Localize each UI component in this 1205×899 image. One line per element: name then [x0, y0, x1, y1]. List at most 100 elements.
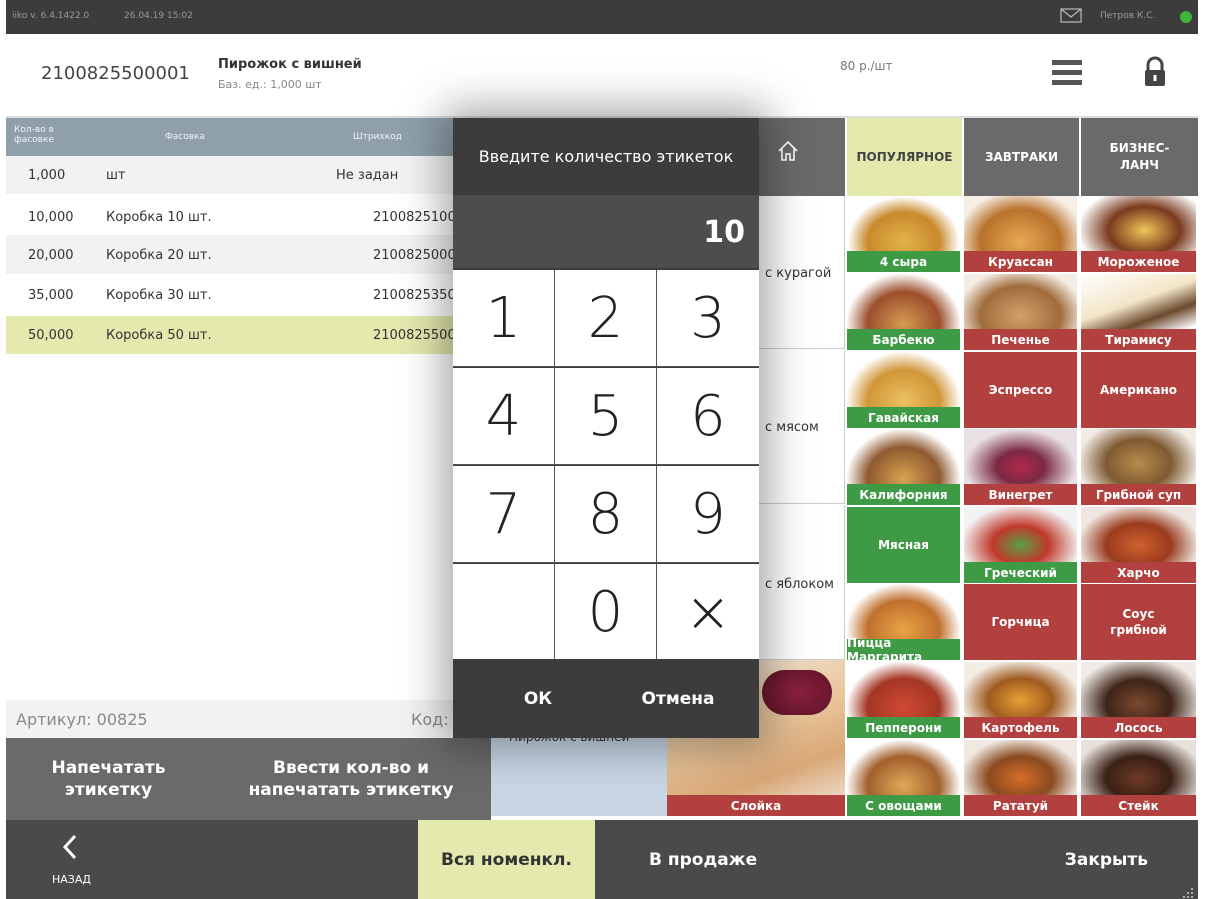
numpad-key-2[interactable]: 2	[555, 270, 657, 367]
item-myaso[interactable]: с мясом	[759, 350, 845, 504]
item-yabloko[interactable]: с яблоком	[759, 505, 845, 660]
menu-item-tile[interactable]: Грибной суп	[1081, 429, 1196, 505]
close-button[interactable]: Закрыть	[1026, 820, 1198, 899]
cell-barcode: Не задан	[336, 168, 399, 183]
numpad-key-0[interactable]: 0	[555, 564, 657, 661]
numpad-key-3[interactable]: 3	[657, 270, 759, 367]
numpad-key-5[interactable]: 5	[555, 368, 657, 465]
app-window: iiko v. 6.4.1422.0 26.04.19 15:02 Петров…	[6, 0, 1198, 899]
menu-item-tile[interactable]: Мясная	[847, 507, 960, 583]
item-label: с мясом	[765, 420, 819, 435]
col-header-barcode: Штрихкод	[353, 132, 402, 142]
col-header-qty: Кол-во в фасовке	[14, 125, 54, 145]
numpad-key-8[interactable]: 8	[555, 466, 657, 563]
menu-item-label: Стейк	[1081, 795, 1196, 816]
menu-item-tile[interactable]: Винегрет	[964, 429, 1077, 505]
table-row[interactable]: 35,000 Коробка 30 шт. 2100825350	[6, 276, 458, 314]
chevron-left-icon	[62, 834, 78, 864]
menu-item-tile[interactable]: Стейк	[1081, 740, 1196, 816]
menu-item-tile[interactable]: Круассан	[964, 196, 1077, 272]
menu-item-tile[interactable]: Пицца Маргарита	[847, 584, 960, 660]
menu-item-tile[interactable]: С овощами	[847, 740, 960, 816]
menu-item-tile[interactable]: Калифорния	[847, 429, 960, 505]
item-pirozhok-vishnya[interactable]: Пирожок с вишней	[491, 730, 667, 816]
menu-item-tile[interactable]: Мороженое	[1081, 196, 1196, 272]
cell-barcode: 2100825100	[373, 210, 456, 225]
product-base-unit: Баз. ед.: 1,000 шт	[218, 78, 322, 91]
home-icon	[777, 140, 799, 166]
enter-qty-print-button[interactable]: Ввести кол-во и напечатать этикетку	[211, 738, 491, 820]
numpad: 1 2 3 4 5 6 7 8 9 0 ×	[453, 268, 759, 661]
back-label: НАЗАД	[52, 873, 91, 886]
online-status-dot	[1180, 11, 1192, 23]
ok-button[interactable]: ОК	[493, 659, 583, 738]
menu-item-tile[interactable]: Лосось	[1081, 662, 1196, 738]
numpad-clear-key[interactable]: ×	[657, 564, 759, 661]
item-label: с яблоком	[765, 577, 834, 592]
menu-item-label: 4 сыра	[847, 251, 960, 272]
table-row-selected[interactable]: 50,000 Коробка 50 шт. 2100825500	[6, 316, 458, 354]
table-row[interactable]: 10,000 Коробка 10 шт. 2100825100	[6, 198, 458, 236]
cell-qty: 20,000	[28, 248, 74, 263]
category-popular[interactable]: ПОПУЛЯРНОЕ	[847, 118, 962, 196]
menu-item-tile[interactable]: Печенье	[964, 274, 1077, 350]
menu-item-label: Грибной суп	[1081, 484, 1196, 505]
menu-item-tile[interactable]: Соус грибной	[1081, 584, 1196, 660]
mail-icon[interactable]	[1060, 8, 1082, 26]
resize-grip-icon[interactable]	[1182, 884, 1194, 899]
cell-qty: 1,000	[28, 168, 66, 183]
numpad-key-6[interactable]: 6	[657, 368, 759, 465]
dialog-footer: ОК Отмена	[453, 659, 759, 738]
table-row[interactable]: 20,000 Коробка 20 шт. 2100825000	[6, 236, 458, 274]
table-row[interactable]: 1,000 шт Не задан	[6, 156, 458, 194]
menu-icon[interactable]	[1052, 58, 1082, 92]
cell-packing: шт	[106, 168, 126, 183]
article-number: Артикул: 00825	[16, 710, 148, 729]
user-name: Петров К.С.	[1100, 11, 1156, 21]
menu-item-tile[interactable]: Греческий	[964, 507, 1077, 583]
category-breakfast[interactable]: ЗАВТРАКИ	[964, 118, 1079, 196]
numpad-key-9[interactable]: 9	[657, 466, 759, 563]
menu-item-label: Винегрет	[964, 484, 1077, 505]
menu-item-tile[interactable]: 4 сыра	[847, 196, 960, 272]
print-label-button[interactable]: Напечатать этикетку	[6, 738, 211, 820]
numpad-key-4[interactable]: 4	[453, 368, 555, 465]
dialog-value-field[interactable]: 10	[453, 195, 759, 268]
menu-item-tile[interactable]: Горчица	[964, 584, 1077, 660]
menu-item-label: Греческий	[964, 562, 1077, 583]
menu-item-tile[interactable]: Рататуй	[964, 740, 1077, 816]
menu-item-label: Эспрессо	[988, 383, 1053, 397]
dialog-title: Введите количество этикеток	[453, 118, 759, 195]
item-kuraga[interactable]: с курагой	[759, 196, 845, 349]
numpad-key-7[interactable]: 7	[453, 466, 555, 563]
menu-item-label: Калифорния	[847, 484, 960, 505]
menu-item-tile[interactable]: Гавайская	[847, 352, 960, 428]
cancel-button[interactable]: Отмена	[623, 659, 733, 738]
cell-packing: Коробка 10 шт.	[106, 210, 212, 225]
menu-item-tile[interactable]: Пепперони	[847, 662, 960, 738]
menu-item-tile[interactable]: Картофель	[964, 662, 1077, 738]
back-button[interactable]: НАЗАД	[6, 820, 136, 899]
cell-qty: 50,000	[28, 328, 74, 343]
menu-item-label: Американо	[1099, 383, 1177, 397]
menu-item-label: Мясная	[878, 538, 929, 552]
numpad-key-1[interactable]: 1	[453, 270, 555, 367]
dialog-value: 10	[703, 215, 745, 250]
article-bar: Артикул: 00825 Код:	[6, 700, 458, 738]
menu-item-label: Лосось	[1081, 717, 1196, 738]
menu-item-label: Круассан	[964, 251, 1077, 272]
on-sale-button[interactable]: В продаже	[596, 820, 816, 899]
lock-icon[interactable]	[1143, 56, 1167, 92]
datetime-text: 26.04.19 15:02	[124, 11, 193, 21]
label-count-dialog: Введите количество этикеток 10 123 456 789…	[453, 118, 759, 738]
menu-item-label: Пепперони	[847, 717, 960, 738]
menu-item-tile[interactable]: Американо	[1081, 352, 1196, 428]
home-button[interactable]	[759, 118, 845, 196]
all-items-button[interactable]: Вся номенкл.	[418, 820, 595, 899]
menu-item-tile[interactable]: Тирамису	[1081, 274, 1196, 350]
category-business-lunch[interactable]: БИЗНЕС-ЛАНЧ	[1081, 118, 1198, 196]
menu-item-tile[interactable]: Барбекю	[847, 274, 960, 350]
menu-item-tile[interactable]: Эспрессо	[964, 352, 1077, 428]
numpad-empty-key	[453, 564, 555, 661]
menu-item-tile[interactable]: Харчо	[1081, 507, 1196, 583]
